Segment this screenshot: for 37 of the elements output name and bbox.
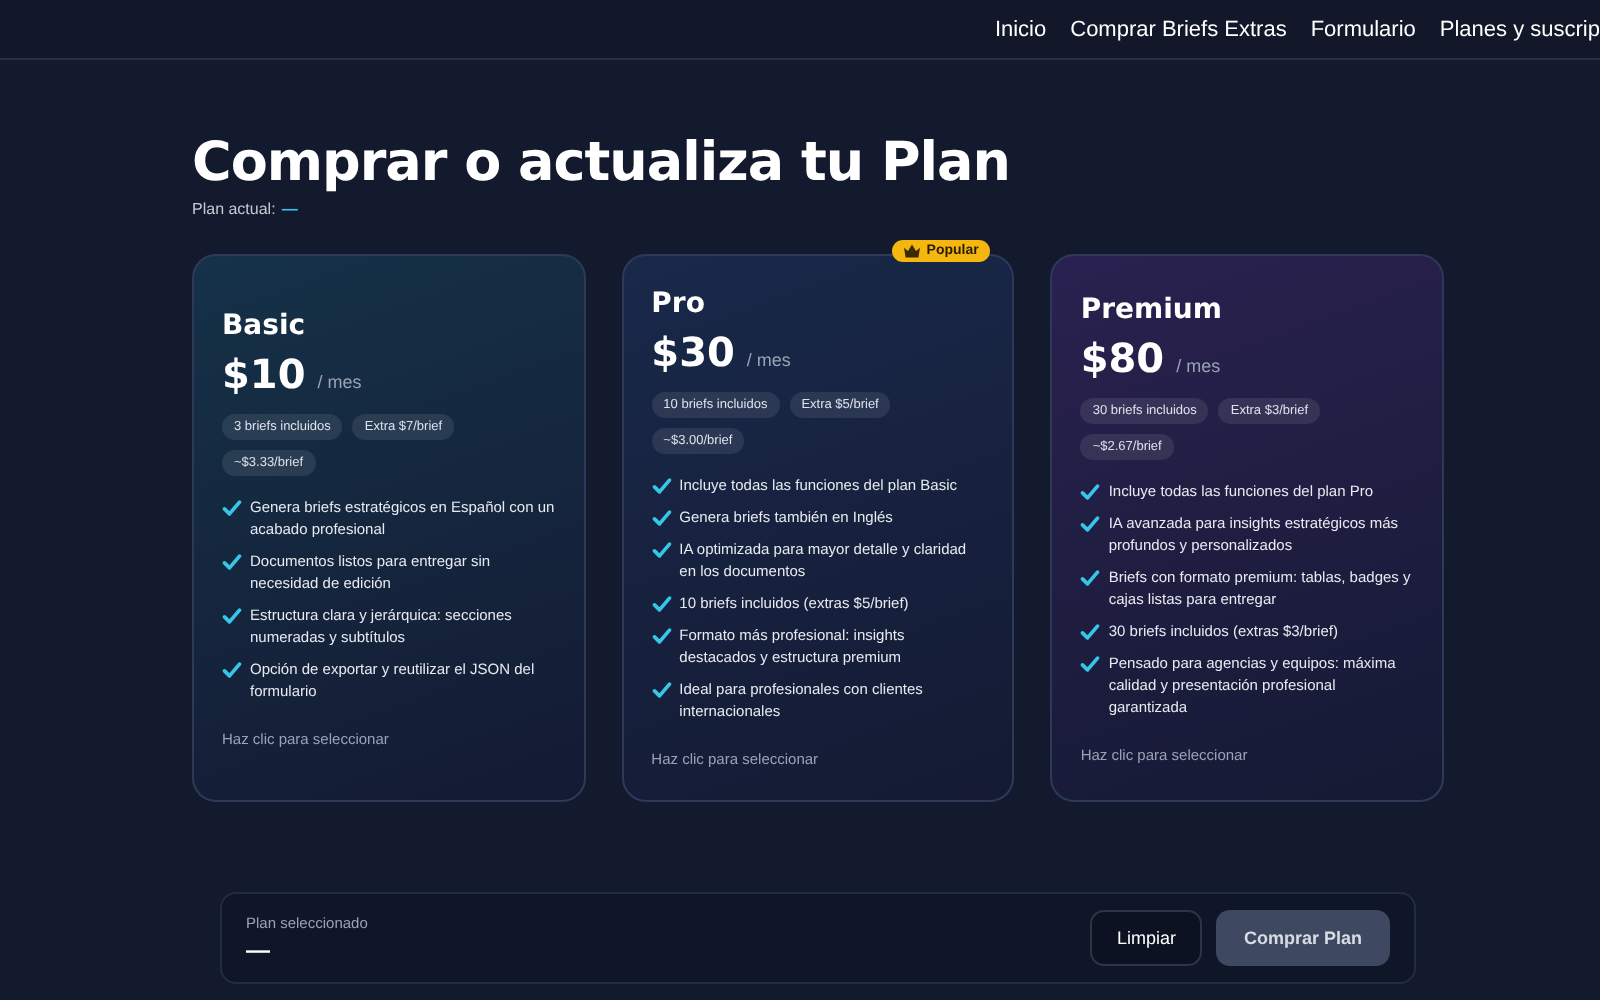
- check-icon: [1080, 513, 1101, 533]
- current-plan-value: —: [281, 200, 298, 218]
- plan-name: Pro: [651, 288, 707, 320]
- nav-link[interactable]: Planes y suscrip: [1439, 17, 1600, 41]
- check-icon: [222, 659, 242, 679]
- plan-card[interactable]: [621, 254, 1015, 802]
- plan-price: $10: [222, 349, 306, 397]
- current-plan-label: Plan actual:: [192, 200, 276, 218]
- check-icon: [651, 540, 672, 560]
- check-icon: [222, 551, 242, 571]
- plan-name: Premium: [1080, 293, 1224, 325]
- nav-link[interactable]: Inicio: [994, 17, 1047, 41]
- selected-plan-value: —: [246, 935, 272, 963]
- nav-link[interactable]: Comprar Briefs Extras: [1070, 17, 1287, 41]
- check-icon: [651, 594, 672, 614]
- crown-icon: [904, 244, 921, 258]
- plan-price: $80: [1080, 333, 1165, 381]
- check-icon: [651, 626, 672, 646]
- nav-link[interactable]: Formulario: [1310, 17, 1416, 41]
- price-period: / mes: [746, 350, 791, 370]
- plan-price: $30: [651, 328, 735, 376]
- check-icon: [651, 680, 672, 700]
- check-icon: [222, 605, 242, 625]
- price-period: / mes: [317, 371, 362, 391]
- plan-card[interactable]: [192, 254, 586, 802]
- check-icon: [651, 508, 672, 528]
- action-button[interactable]: Limpiar: [1090, 910, 1202, 966]
- page-title: Comprar o actualiza tu Plan: [192, 132, 1012, 194]
- check-icon: [222, 497, 242, 517]
- check-icon: [1080, 567, 1101, 587]
- plan-name: Basic: [222, 309, 308, 341]
- check-icon: [1080, 621, 1101, 641]
- check-icon: [1080, 481, 1101, 501]
- check-icon: [1080, 653, 1101, 673]
- check-icon: [651, 476, 672, 496]
- plan-card[interactable]: [1050, 254, 1445, 802]
- price-period: / mes: [1176, 355, 1221, 375]
